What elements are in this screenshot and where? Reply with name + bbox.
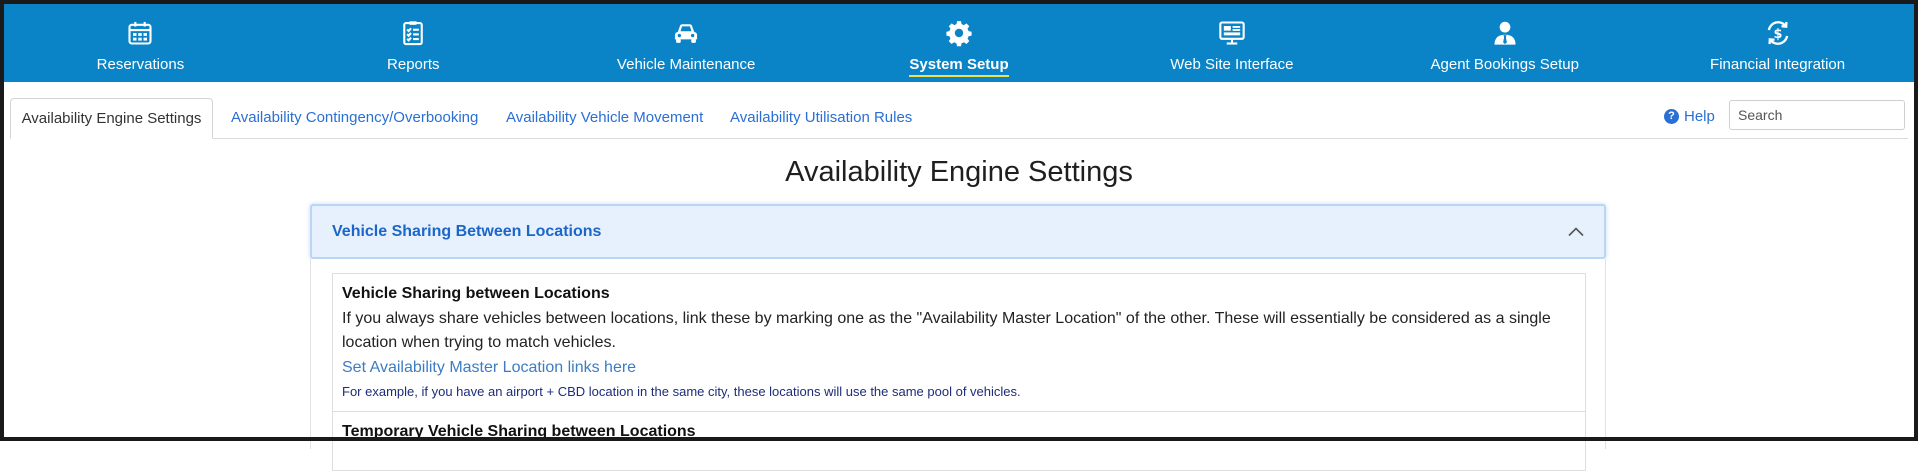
nav-item-web-site-interface[interactable]: Web Site Interface — [1095, 4, 1368, 82]
nav-label: Financial Integration — [1710, 56, 1846, 73]
dollar-cycle-icon: $ — [1763, 18, 1793, 48]
chevron-up-icon[interactable] — [1566, 222, 1586, 242]
tab-bar: Availability Engine Settings Availabilit… — [10, 98, 1908, 139]
monitor-icon — [1217, 18, 1247, 48]
nav-label: Agent Bookings Setup — [1430, 56, 1579, 73]
nav-label: System Setup — [909, 56, 1009, 77]
set-master-location-link[interactable]: Set Availability Master Location links h… — [342, 357, 636, 379]
tab-availability-contingency-overbooking[interactable]: Availability Contingency/Overbooking — [231, 98, 478, 139]
settings-panel-vehicle-sharing: Vehicle Sharing between Locations If you… — [332, 273, 1586, 412]
calendar-icon — [125, 18, 155, 48]
panel-heading: Temporary Vehicle Sharing between Locati… — [342, 423, 696, 440]
svg-text:$: $ — [1773, 27, 1782, 42]
accordion-header-vehicle-sharing[interactable]: Vehicle Sharing Between Locations — [310, 204, 1606, 259]
accordion-body: Vehicle Sharing between Locations If you… — [310, 259, 1606, 471]
panel-heading: Vehicle Sharing between Locations — [342, 285, 610, 302]
tab-availability-utilisation-rules[interactable]: Availability Utilisation Rules — [730, 98, 912, 139]
nav-item-system-setup[interactable]: System Setup — [823, 4, 1096, 82]
nav-item-financial-integration[interactable]: $ Financial Integration — [1641, 4, 1914, 82]
agent-user-icon — [1490, 18, 1520, 48]
settings-panel-temporary-vehicle-sharing: Temporary Vehicle Sharing between Locati… — [332, 411, 1586, 471]
nav-item-reservations[interactable]: Reservations — [4, 4, 277, 82]
gear-icon — [944, 18, 974, 48]
page-title: Availability Engine Settings — [785, 156, 1133, 188]
help-label: Help — [1684, 107, 1715, 125]
tab-availability-vehicle-movement[interactable]: Availability Vehicle Movement — [506, 98, 703, 139]
nav-label: Reports — [387, 56, 440, 73]
nav-label: Web Site Interface — [1170, 56, 1294, 73]
accordion-title: Vehicle Sharing Between Locations — [332, 223, 602, 240]
car-icon — [671, 18, 701, 48]
nav-label: Reservations — [96, 56, 185, 73]
nav-item-reports[interactable]: Reports — [277, 4, 550, 82]
tab-availability-engine-settings[interactable]: Availability Engine Settings — [10, 98, 213, 139]
search-input[interactable] — [1729, 100, 1905, 130]
clipboard-checklist-icon — [398, 18, 428, 48]
nav-item-vehicle-maintenance[interactable]: Vehicle Maintenance — [550, 4, 823, 82]
nav-item-agent-bookings-setup[interactable]: Agent Bookings Setup — [1368, 4, 1641, 82]
panel-description: If you always share vehicles between loc… — [342, 310, 1551, 351]
panel-example: For example, if you have an airport + CB… — [342, 384, 1021, 399]
nav-label: Vehicle Maintenance — [616, 56, 756, 73]
question-circle-icon: ? — [1664, 108, 1679, 124]
top-navigation: Reservations Reports Vehicle Maintenance… — [4, 4, 1914, 82]
help-link[interactable]: ? Help — [1664, 104, 1715, 128]
